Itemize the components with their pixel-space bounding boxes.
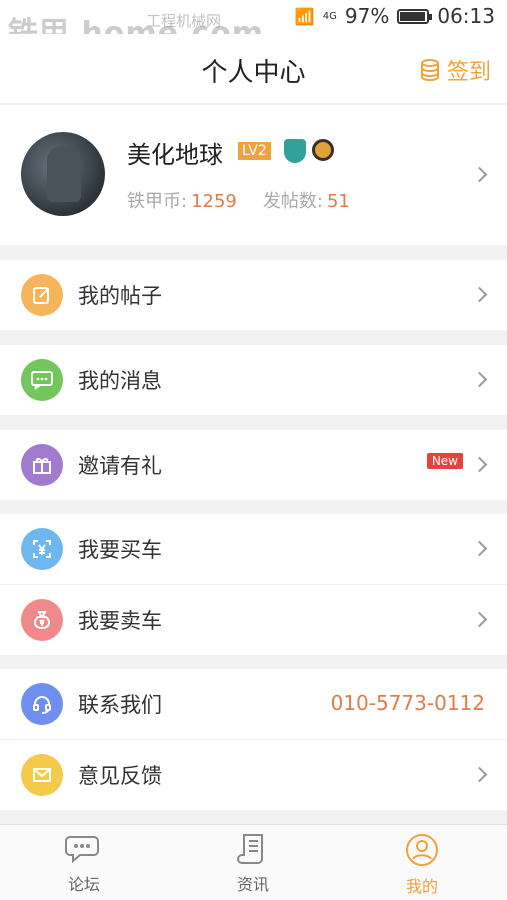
- wifi-icon: 📶: [294, 6, 315, 26]
- money-bag-icon: [21, 599, 63, 641]
- new-badge: New: [426, 453, 463, 469]
- menu-item-my-posts[interactable]: 我的帖子: [0, 260, 507, 330]
- chevron-right-icon: [471, 766, 488, 783]
- battery-percent: 97%: [344, 4, 390, 28]
- battery-level: [400, 11, 426, 21]
- menu-item-buy-car[interactable]: 我要买车: [0, 514, 507, 584]
- menu-label: 意见反馈: [78, 764, 162, 788]
- tab-mine[interactable]: 我的: [362, 833, 482, 897]
- tab-label: 资讯: [236, 875, 269, 894]
- tab-label: 我的: [405, 877, 438, 896]
- chevron-right-icon: [471, 371, 488, 388]
- clock: 06:13: [437, 4, 495, 28]
- menu-label: 我要卖车: [78, 609, 162, 633]
- watermark-subtitle: 工程机械网: [146, 12, 222, 30]
- chevron-right-icon: [471, 540, 488, 557]
- edit-icon: [21, 274, 63, 316]
- tab-forum[interactable]: 论坛: [24, 833, 144, 895]
- chevron-right-icon: [471, 286, 488, 303]
- status-indicators: 📶 4G 97% 06:13: [295, 4, 495, 28]
- tab-label: 论坛: [67, 875, 100, 894]
- posts-label: 发帖数:: [262, 191, 323, 212]
- username: 美化地球: [127, 141, 223, 169]
- menu-item-my-messages[interactable]: 我的消息: [0, 345, 507, 415]
- status-bar: 铁甲 home.com 工程机械网 📶 4G 97% 06:13: [0, 0, 507, 51]
- scan-price-icon: [21, 528, 63, 570]
- headset-icon: [21, 683, 63, 725]
- chat-icon: [21, 359, 63, 401]
- menu-item-feedback[interactable]: 意见反馈: [0, 740, 507, 810]
- gift-icon: [21, 444, 63, 486]
- profile-card[interactable]: 美化地球 LV2 铁甲币: 1259 发帖数: 51: [0, 105, 507, 245]
- level-badge: LV2: [238, 142, 271, 160]
- coins-label: 铁甲币:: [127, 191, 188, 212]
- menu-label: 我要买车: [78, 538, 162, 562]
- posts-value: 51: [326, 191, 350, 212]
- menu-item-sell-car[interactable]: 我要卖车: [0, 585, 507, 655]
- shield-badge-icon: [284, 139, 306, 163]
- chevron-right-icon: [471, 456, 488, 473]
- coins-value: 1259: [191, 191, 237, 212]
- forum-icon: [65, 836, 99, 864]
- profile-stats: 铁甲币: 1259 发帖数: 51: [127, 187, 350, 213]
- menu-label: 我的帖子: [78, 284, 162, 308]
- coins-icon: [420, 59, 439, 82]
- page-header: 个人中心 签到: [0, 34, 507, 104]
- tab-news[interactable]: 资讯: [193, 833, 313, 895]
- menu-label: 我的消息: [78, 369, 162, 393]
- user-icon: [406, 834, 438, 866]
- contact-phone[interactable]: 010-5773-0112: [331, 691, 485, 715]
- battery-icon: [397, 8, 433, 24]
- avatar[interactable]: [21, 132, 105, 216]
- bottom-tab-bar: 论坛 资讯 我的: [0, 824, 507, 900]
- menu-label: 联系我们: [78, 693, 162, 717]
- network-label: 4G: [322, 10, 337, 22]
- chevron-right-icon: [471, 611, 488, 628]
- medal-badge-icon: [312, 139, 334, 161]
- signin-label: 签到: [446, 60, 491, 85]
- menu-item-invite[interactable]: 邀请有礼 New: [0, 430, 507, 500]
- signin-button[interactable]: 签到: [419, 54, 491, 86]
- menu-item-contact[interactable]: 联系我们 010-5773-0112: [0, 669, 507, 739]
- chevron-right-icon: [471, 166, 488, 183]
- mail-icon: [21, 754, 63, 796]
- document-icon: [237, 834, 263, 864]
- menu-label: 邀请有礼: [78, 454, 162, 478]
